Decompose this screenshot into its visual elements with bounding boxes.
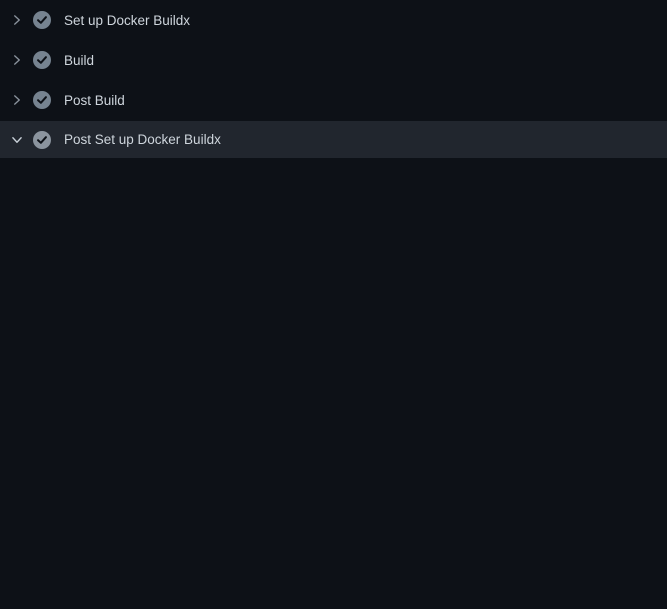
log-line-wrapped: application/vnd.oci.image.index.v1+json,… xyxy=(0,569,667,589)
log-line: 5time="2021-04-23T18:02:37Z" level=warni… xyxy=(0,249,667,269)
log-line: 1Post job cleanup. xyxy=(0,169,667,189)
log-group-header[interactable]: 2▼BuildKit container logs xyxy=(0,189,667,209)
check-circle-icon xyxy=(33,91,51,109)
log-line: 20time="2021-04-23T18:02:38Z" level=debu… xyxy=(0,589,667,609)
log-line: 9time="2021-04-23T18:02:37Z" level=warni… xyxy=(0,349,667,369)
log-line: 17time="2021-04-23T18:02:38Z" level=debu… xyxy=(0,509,667,529)
log-line: 16time="2021-04-23T18:02:38Z" level=debu… xyxy=(0,489,667,509)
check-circle-icon xyxy=(33,131,51,149)
chevron-right-icon xyxy=(11,54,23,66)
log-viewer: 1Post job cleanup. 2▼BuildKit container … xyxy=(0,160,667,609)
log-line: 7time="2021-04-23T18:02:37Z" level=warni… xyxy=(0,309,667,329)
log-line: 11time="2021-04-23T18:02:38Z" level=debu… xyxy=(0,389,667,409)
log-line: 14time="2021-04-23T18:02:38Z" level=debu… xyxy=(0,449,667,469)
step-row-post-build[interactable]: Post Build xyxy=(0,80,667,120)
step-label: Build xyxy=(64,53,94,68)
step-row-build[interactable]: Build xyxy=(0,40,667,80)
check-circle-icon xyxy=(33,11,51,29)
chevron-right-icon xyxy=(11,14,23,26)
log-line: 10time="2021-04-23T18:02:37Z" level=info… xyxy=(0,369,667,389)
step-row-post-set-up-docker-buildx[interactable]: Post Set up Docker Buildx xyxy=(0,121,667,158)
log-line: 13time="2021-04-23T18:02:38Z" level=debu… xyxy=(0,429,667,449)
step-label: Post Set up Docker Buildx xyxy=(64,132,221,147)
chevron-down-icon xyxy=(11,134,23,146)
log-line: 8time="2021-04-23T18:02:37Z" level=info … xyxy=(0,329,667,349)
log-command-line: 3/usr/bin/docker logs buildx_buildkit_bu… xyxy=(0,209,667,229)
log-line: 12time="2021-04-23T18:02:38Z" level=debu… xyxy=(0,409,667,429)
log-line: 18time="2021-04-23T18:02:38Z" level=debu… xyxy=(0,529,667,549)
steps-list: Set up Docker Buildx Build Post Build Po… xyxy=(0,0,667,158)
check-circle-icon xyxy=(33,51,51,69)
log-line: 19time="2021-04-23T18:02:38Z" level=debu… xyxy=(0,549,667,569)
chevron-right-icon xyxy=(11,94,23,106)
log-line-wrapped: linux/riscv64 linux/ppc64le linux/s390x … xyxy=(0,289,667,309)
log-line: 6time="2021-04-23T18:02:37Z" level=info … xyxy=(0,269,667,289)
log-line: 15time="2021-04-23T18:02:38Z" level=debu… xyxy=(0,469,667,489)
step-label: Set up Docker Buildx xyxy=(64,13,190,28)
log-line: 4time="2021-04-23T18:02:37Z" level=info … xyxy=(0,229,667,249)
step-label: Post Build xyxy=(64,93,125,108)
step-row-set-up-docker-buildx[interactable]: Set up Docker Buildx xyxy=(0,0,667,40)
